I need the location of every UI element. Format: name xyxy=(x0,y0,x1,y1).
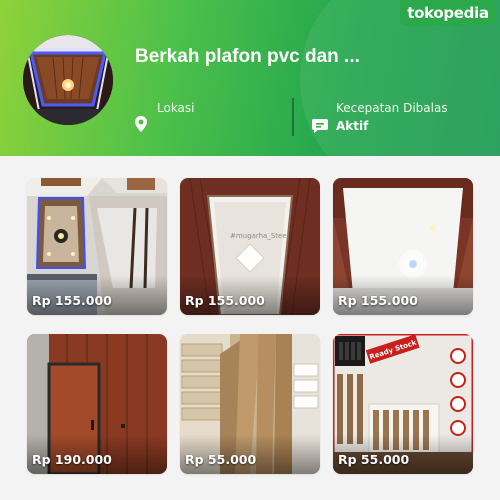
product-price: Rp 55.000 xyxy=(185,452,257,467)
response-speed-label: Kecepatan Dibalas xyxy=(336,101,448,115)
product-card[interactable]: Rp 155.000 xyxy=(333,178,473,315)
shop-avatar[interactable] xyxy=(23,35,113,125)
product-card[interactable]: Rp 55.000 xyxy=(180,334,320,474)
shop-header: tokopedia Berkah plafon pvc dan ... Loka… xyxy=(0,0,500,156)
product-grid: Rp 155.000 #mugarha_Steel Rp 155.000 Rp … xyxy=(0,156,500,500)
product-price: Rp 155.000 xyxy=(338,293,418,308)
brand-name: tokopedia xyxy=(407,4,489,22)
product-card[interactable]: Rp 155.000 xyxy=(27,178,167,315)
header-divider xyxy=(292,98,294,136)
product-price: Rp 155.000 xyxy=(32,293,112,308)
product-card[interactable]: Ready Stock Rp 55.000 xyxy=(333,334,473,474)
product-card[interactable]: #mugarha_Steel Rp 155.000 xyxy=(180,178,320,315)
chat-bubble-icon xyxy=(311,118,329,138)
response-speed-value: Aktif xyxy=(336,119,369,133)
product-price: Rp 55.000 xyxy=(338,452,410,467)
product-price: Rp 155.000 xyxy=(185,293,265,308)
avatar-image xyxy=(23,35,113,125)
product-price: Rp 190.000 xyxy=(32,452,112,467)
location-pin-icon xyxy=(134,115,148,137)
location-label: Lokasi xyxy=(157,101,195,115)
watermark-text: #mugarha_Steel xyxy=(230,232,289,240)
product-card[interactable]: Rp 190.000 xyxy=(27,334,167,474)
shop-name[interactable]: Berkah plafon pvc dan ... xyxy=(135,46,360,68)
tokopedia-logo[interactable]: tokopedia xyxy=(400,0,496,26)
